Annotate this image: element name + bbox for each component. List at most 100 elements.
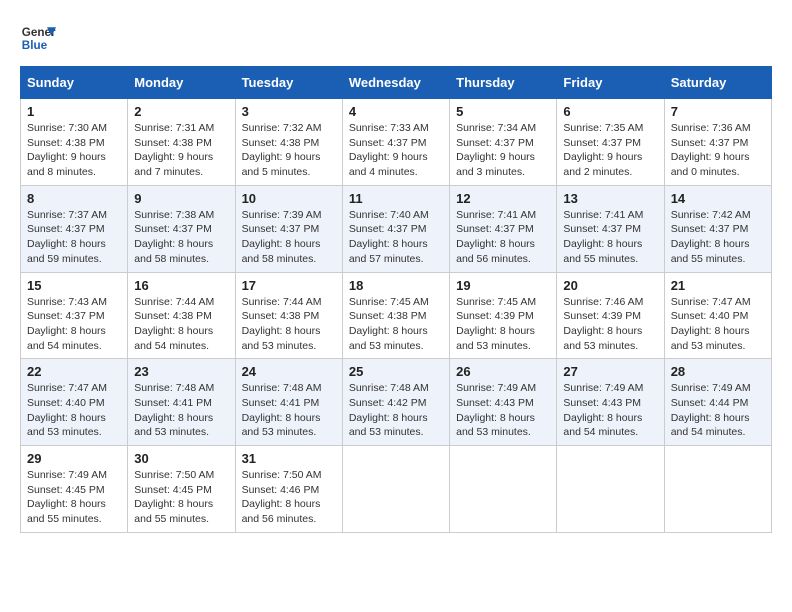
day-info: Sunrise: 7:45 AM Sunset: 4:39 PM Dayligh…	[456, 295, 550, 354]
calendar-table: SundayMondayTuesdayWednesdayThursdayFrid…	[20, 66, 772, 533]
calendar-cell	[557, 446, 664, 533]
day-info: Sunrise: 7:49 AM Sunset: 4:44 PM Dayligh…	[671, 381, 765, 440]
calendar-cell	[450, 446, 557, 533]
calendar-cell: 25 Sunrise: 7:48 AM Sunset: 4:42 PM Dayl…	[342, 359, 449, 446]
day-info: Sunrise: 7:44 AM Sunset: 4:38 PM Dayligh…	[134, 295, 228, 354]
day-number: 9	[134, 191, 228, 206]
calendar-cell	[664, 446, 771, 533]
day-info: Sunrise: 7:47 AM Sunset: 4:40 PM Dayligh…	[27, 381, 121, 440]
day-info: Sunrise: 7:30 AM Sunset: 4:38 PM Dayligh…	[27, 121, 121, 180]
calendar-cell: 27 Sunrise: 7:49 AM Sunset: 4:43 PM Dayl…	[557, 359, 664, 446]
day-info: Sunrise: 7:46 AM Sunset: 4:39 PM Dayligh…	[563, 295, 657, 354]
logo: General Blue	[20, 20, 56, 56]
calendar-cell: 22 Sunrise: 7:47 AM Sunset: 4:40 PM Dayl…	[21, 359, 128, 446]
calendar-cell: 18 Sunrise: 7:45 AM Sunset: 4:38 PM Dayl…	[342, 272, 449, 359]
calendar-cell: 13 Sunrise: 7:41 AM Sunset: 4:37 PM Dayl…	[557, 185, 664, 272]
day-info: Sunrise: 7:48 AM Sunset: 4:42 PM Dayligh…	[349, 381, 443, 440]
day-number: 14	[671, 191, 765, 206]
header-day-tuesday: Tuesday	[235, 67, 342, 99]
day-number: 4	[349, 104, 443, 119]
day-info: Sunrise: 7:43 AM Sunset: 4:37 PM Dayligh…	[27, 295, 121, 354]
day-info: Sunrise: 7:48 AM Sunset: 4:41 PM Dayligh…	[134, 381, 228, 440]
day-number: 26	[456, 364, 550, 379]
calendar-cell: 30 Sunrise: 7:50 AM Sunset: 4:45 PM Dayl…	[128, 446, 235, 533]
day-info: Sunrise: 7:34 AM Sunset: 4:37 PM Dayligh…	[456, 121, 550, 180]
day-info: Sunrise: 7:49 AM Sunset: 4:45 PM Dayligh…	[27, 468, 121, 527]
calendar-cell: 14 Sunrise: 7:42 AM Sunset: 4:37 PM Dayl…	[664, 185, 771, 272]
day-number: 6	[563, 104, 657, 119]
calendar-cell: 16 Sunrise: 7:44 AM Sunset: 4:38 PM Dayl…	[128, 272, 235, 359]
day-number: 19	[456, 278, 550, 293]
calendar-cell: 29 Sunrise: 7:49 AM Sunset: 4:45 PM Dayl…	[21, 446, 128, 533]
calendar-cell: 17 Sunrise: 7:44 AM Sunset: 4:38 PM Dayl…	[235, 272, 342, 359]
header-day-friday: Friday	[557, 67, 664, 99]
day-number: 17	[242, 278, 336, 293]
day-number: 11	[349, 191, 443, 206]
day-number: 29	[27, 451, 121, 466]
day-info: Sunrise: 7:41 AM Sunset: 4:37 PM Dayligh…	[563, 208, 657, 267]
calendar-cell: 26 Sunrise: 7:49 AM Sunset: 4:43 PM Dayl…	[450, 359, 557, 446]
calendar-cell: 1 Sunrise: 7:30 AM Sunset: 4:38 PM Dayli…	[21, 99, 128, 186]
calendar-cell: 6 Sunrise: 7:35 AM Sunset: 4:37 PM Dayli…	[557, 99, 664, 186]
calendar-cell: 11 Sunrise: 7:40 AM Sunset: 4:37 PM Dayl…	[342, 185, 449, 272]
header-day-wednesday: Wednesday	[342, 67, 449, 99]
logo-icon: General Blue	[20, 20, 56, 56]
day-number: 5	[456, 104, 550, 119]
calendar-cell: 20 Sunrise: 7:46 AM Sunset: 4:39 PM Dayl…	[557, 272, 664, 359]
week-row-5: 29 Sunrise: 7:49 AM Sunset: 4:45 PM Dayl…	[21, 446, 772, 533]
day-number: 13	[563, 191, 657, 206]
calendar-cell: 4 Sunrise: 7:33 AM Sunset: 4:37 PM Dayli…	[342, 99, 449, 186]
day-number: 12	[456, 191, 550, 206]
day-info: Sunrise: 7:37 AM Sunset: 4:37 PM Dayligh…	[27, 208, 121, 267]
week-row-1: 1 Sunrise: 7:30 AM Sunset: 4:38 PM Dayli…	[21, 99, 772, 186]
day-number: 7	[671, 104, 765, 119]
day-info: Sunrise: 7:33 AM Sunset: 4:37 PM Dayligh…	[349, 121, 443, 180]
day-info: Sunrise: 7:36 AM Sunset: 4:37 PM Dayligh…	[671, 121, 765, 180]
day-info: Sunrise: 7:41 AM Sunset: 4:37 PM Dayligh…	[456, 208, 550, 267]
day-info: Sunrise: 7:42 AM Sunset: 4:37 PM Dayligh…	[671, 208, 765, 267]
day-info: Sunrise: 7:40 AM Sunset: 4:37 PM Dayligh…	[349, 208, 443, 267]
header-row: SundayMondayTuesdayWednesdayThursdayFrid…	[21, 67, 772, 99]
day-number: 27	[563, 364, 657, 379]
day-number: 10	[242, 191, 336, 206]
calendar-cell: 10 Sunrise: 7:39 AM Sunset: 4:37 PM Dayl…	[235, 185, 342, 272]
week-row-2: 8 Sunrise: 7:37 AM Sunset: 4:37 PM Dayli…	[21, 185, 772, 272]
day-number: 18	[349, 278, 443, 293]
calendar-cell: 31 Sunrise: 7:50 AM Sunset: 4:46 PM Dayl…	[235, 446, 342, 533]
calendar-cell: 8 Sunrise: 7:37 AM Sunset: 4:37 PM Dayli…	[21, 185, 128, 272]
calendar-cell: 9 Sunrise: 7:38 AM Sunset: 4:37 PM Dayli…	[128, 185, 235, 272]
day-number: 15	[27, 278, 121, 293]
week-row-3: 15 Sunrise: 7:43 AM Sunset: 4:37 PM Dayl…	[21, 272, 772, 359]
day-info: Sunrise: 7:49 AM Sunset: 4:43 PM Dayligh…	[456, 381, 550, 440]
day-number: 21	[671, 278, 765, 293]
day-info: Sunrise: 7:31 AM Sunset: 4:38 PM Dayligh…	[134, 121, 228, 180]
header-day-thursday: Thursday	[450, 67, 557, 99]
day-number: 28	[671, 364, 765, 379]
day-number: 16	[134, 278, 228, 293]
day-info: Sunrise: 7:50 AM Sunset: 4:45 PM Dayligh…	[134, 468, 228, 527]
calendar-cell: 3 Sunrise: 7:32 AM Sunset: 4:38 PM Dayli…	[235, 99, 342, 186]
calendar-cell: 21 Sunrise: 7:47 AM Sunset: 4:40 PM Dayl…	[664, 272, 771, 359]
calendar-cell: 15 Sunrise: 7:43 AM Sunset: 4:37 PM Dayl…	[21, 272, 128, 359]
day-number: 1	[27, 104, 121, 119]
day-info: Sunrise: 7:48 AM Sunset: 4:41 PM Dayligh…	[242, 381, 336, 440]
day-number: 31	[242, 451, 336, 466]
day-info: Sunrise: 7:49 AM Sunset: 4:43 PM Dayligh…	[563, 381, 657, 440]
day-number: 2	[134, 104, 228, 119]
calendar-cell: 12 Sunrise: 7:41 AM Sunset: 4:37 PM Dayl…	[450, 185, 557, 272]
day-number: 24	[242, 364, 336, 379]
calendar-cell: 23 Sunrise: 7:48 AM Sunset: 4:41 PM Dayl…	[128, 359, 235, 446]
day-info: Sunrise: 7:39 AM Sunset: 4:37 PM Dayligh…	[242, 208, 336, 267]
day-info: Sunrise: 7:44 AM Sunset: 4:38 PM Dayligh…	[242, 295, 336, 354]
calendar-cell: 7 Sunrise: 7:36 AM Sunset: 4:37 PM Dayli…	[664, 99, 771, 186]
day-info: Sunrise: 7:47 AM Sunset: 4:40 PM Dayligh…	[671, 295, 765, 354]
header-day-monday: Monday	[128, 67, 235, 99]
calendar-cell	[342, 446, 449, 533]
calendar-cell: 2 Sunrise: 7:31 AM Sunset: 4:38 PM Dayli…	[128, 99, 235, 186]
calendar-cell: 5 Sunrise: 7:34 AM Sunset: 4:37 PM Dayli…	[450, 99, 557, 186]
day-number: 20	[563, 278, 657, 293]
svg-text:Blue: Blue	[22, 39, 48, 52]
day-number: 30	[134, 451, 228, 466]
day-info: Sunrise: 7:38 AM Sunset: 4:37 PM Dayligh…	[134, 208, 228, 267]
day-number: 22	[27, 364, 121, 379]
